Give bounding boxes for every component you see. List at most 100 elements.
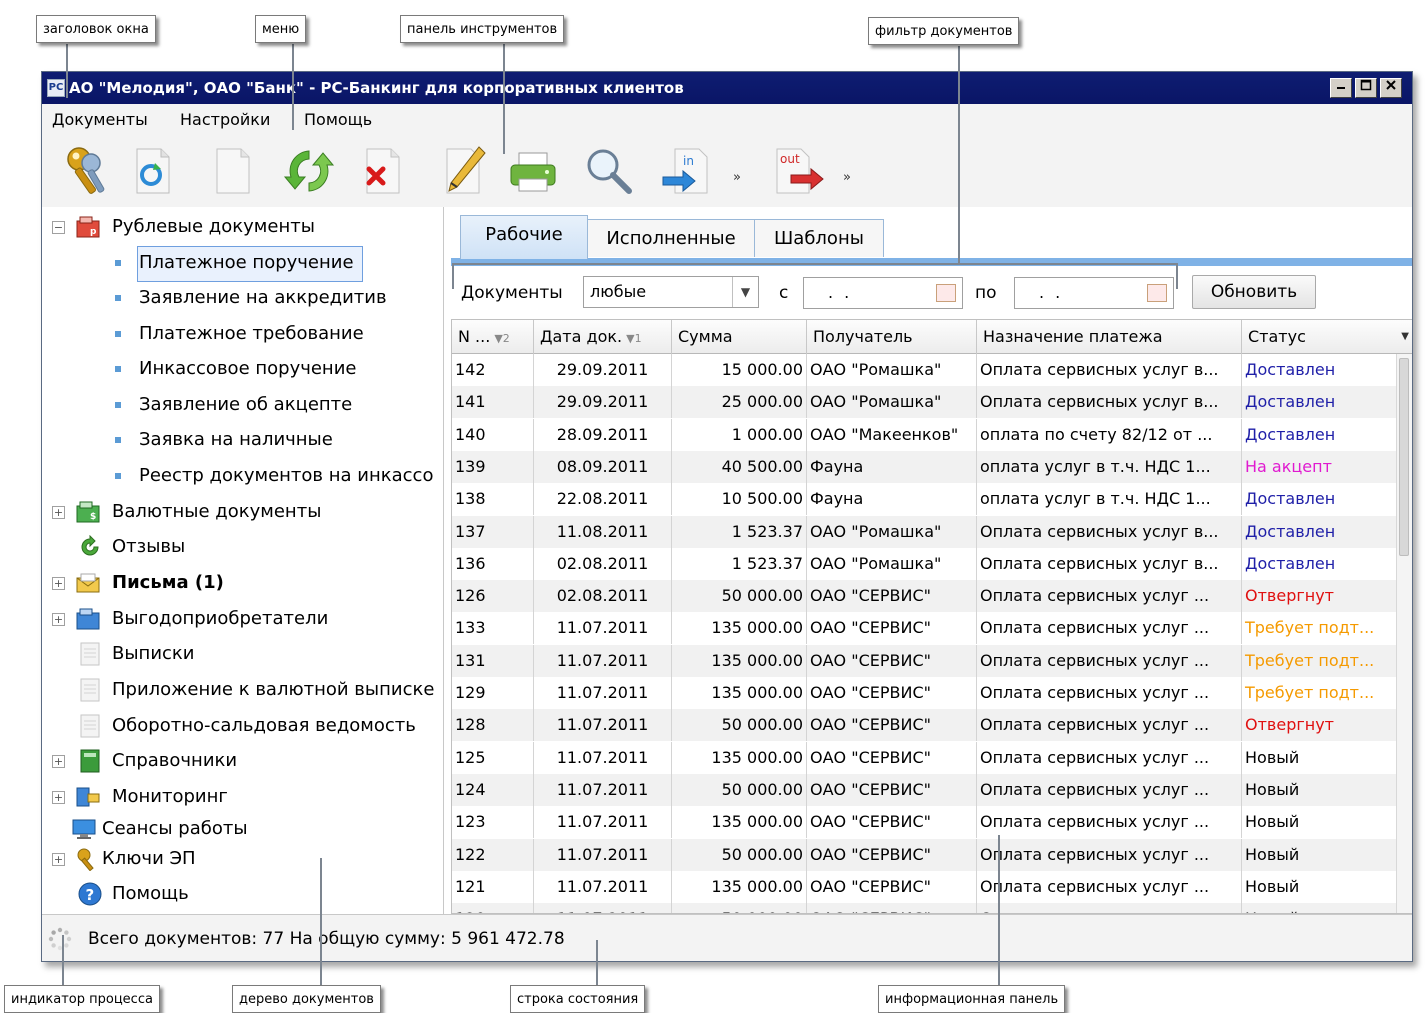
table-row[interactable]: 123 11.07.2011 135 000.00 ОАО "СЕРВИС" Оплат… [452,806,1412,839]
tree-node-statements[interactable]: Выписки [42,639,443,669]
tree-label-monitoring: Мониторинг [112,786,228,807]
import-button[interactable]: in [658,142,716,200]
tree-label-letter-of-credit: Заявление на аккредитив [139,287,387,308]
tree-node-cash-request[interactable]: Заявка на наличные [42,425,443,455]
tree-node-help[interactable]: ? Помощь [42,879,443,909]
expand-toggle[interactable]: + [52,613,65,626]
table-row[interactable]: 122 11.07.2011 50 000.00 ОАО "СЕРВИС" Оплата… [452,838,1412,871]
sort-indicator-icon: ▼1 [626,332,642,345]
column-header-date[interactable]: Дата док. ▼1 [534,320,672,354]
expand-toggle[interactable]: + [52,577,65,590]
cell-date: 11.07.2011 [534,870,672,903]
calendar-icon[interactable] [936,284,956,302]
menu-settings[interactable]: Настройки [180,104,270,136]
folder-currency-icon: $ [76,501,100,523]
table-row[interactable]: 139 08.09.2011 40 500.00 Фауна оплата услуг … [452,450,1412,483]
table-row[interactable]: 142 29.09.2011 15 000.00 ОАО "Ромашка" Оплат… [452,354,1412,386]
chevron-down-icon[interactable]: ▼ [732,277,758,307]
tree-node-keys[interactable]: + Ключи ЭП [42,844,443,874]
cell-purpose: Оплата сервисных услуг ... [977,644,1242,677]
column-header-date-label: Дата док. [540,327,623,346]
scrollbar-thumb[interactable] [1399,358,1409,556]
tree-node-collection-order[interactable]: Инкассовое поручение [42,354,443,384]
tree-node-acceptance-statement[interactable]: Заявление об акцепте [42,390,443,420]
expand-toggle[interactable]: + [52,853,65,866]
table-row[interactable]: 141 29.09.2011 25 000.00 ОАО "Ромашка" Оплат… [452,386,1412,419]
tree-node-letter-of-credit[interactable]: Заявление на аккредитив [42,283,443,313]
tree-node-payment-request[interactable]: Платежное требование [42,319,443,349]
table-row[interactable]: 124 11.07.2011 50 000.00 ОАО "СЕРВИС" Оплата… [452,773,1412,806]
vertical-scrollbar[interactable] [1396,354,1412,913]
tree-node-turnover-sheet[interactable]: Оборотно-сальдовая ведомость [42,711,443,741]
export-button[interactable]: out [770,142,828,200]
table-row[interactable]: 129 11.07.2011 135 000.00 ОАО "СЕРВИС" Оплат… [452,677,1412,709]
tree-node-currency-statement-appendix[interactable]: Приложение к валютной выписке [42,675,443,705]
date-from-field[interactable]: . . [803,277,963,309]
table-row[interactable]: 136 02.08.2011 1 523.37 ОАО "Ромашка" Оплата… [452,547,1412,580]
column-header-status[interactable]: Статус ▼ [1242,320,1412,354]
date-to-field[interactable]: . . [1014,277,1174,309]
maximize-button[interactable] [1355,78,1377,98]
tree-node-currency-docs[interactable]: + $ Валютные документы [42,497,443,527]
collapse-toggle[interactable]: − [52,221,65,234]
tree-node-collection-register[interactable]: Реестр документов на инкассо [42,461,443,491]
table-row[interactable]: 121 11.07.2011 135 000.00 ОАО "СЕРВИС" Оплат… [452,870,1412,903]
cell-amount: 1 523.37 [672,515,807,548]
tab-executed[interactable]: Исполненные [587,219,755,257]
annotation-toolbar: панель инструментов [400,15,565,43]
table-row[interactable]: 131 11.07.2011 135 000.00 ОАО "СЕРВИС" Оплат… [452,644,1412,677]
window-titlebar[interactable]: РС АО "Мелодия", ОАО "Банк" - РС-Банкинг… [42,72,1412,104]
tree-node-responses[interactable]: Отзывы [42,532,443,562]
cell-amount: 135 000.00 [672,612,807,645]
table-row[interactable]: 137 11.08.2011 1 523.37 ОАО "Ромашка" Оплата… [452,515,1412,548]
keys-button[interactable] [60,142,118,200]
cell-number: 128 [452,709,534,742]
table-row[interactable]: 140 28.09.2011 1 000.00 ОАО "Макеенков" опла… [452,418,1412,451]
table-row[interactable]: 125 11.07.2011 135 000.00 ОАО "СЕРВИС" Оплат… [452,741,1412,774]
tree-node-monitoring[interactable]: + Мониторинг [42,782,443,812]
import-dropdown-chevron[interactable]: » [730,170,744,186]
tree-node-sessions[interactable]: Сеансы работы [42,814,443,844]
refresh-button[interactable]: Обновить [1192,275,1316,309]
column-header-purpose[interactable]: Назначение платежа [977,320,1242,354]
print-button[interactable] [504,142,562,200]
expand-toggle[interactable]: + [52,791,65,804]
tree-node-payment-order[interactable]: Платежное поручение [42,248,443,278]
tab-working[interactable]: Рабочие [460,215,588,259]
close-button[interactable] [1380,78,1402,98]
edit-button[interactable] [434,142,492,200]
table-row[interactable]: 12011.07.201150 000.00ОАО "СЕРВИС"Оплата… [452,903,1412,913]
cell-purpose: Оплата сервисных услуг ... [977,709,1242,742]
new-document-button[interactable] [204,142,262,200]
export-dropdown-chevron[interactable]: » [840,170,854,186]
table-row[interactable]: 133 11.07.2011 135 000.00 ОАО "СЕРВИС" Оплат… [452,612,1412,645]
minimize-button[interactable] [1330,78,1352,98]
table-row[interactable]: 138 22.08.2011 10 500.00 Фауна оплата услуг … [452,483,1412,516]
expand-toggle[interactable]: + [52,755,65,768]
column-header-amount[interactable]: Сумма [672,320,807,354]
sync-icon [283,150,335,192]
expand-toggle[interactable]: + [52,506,65,519]
calendar-icon[interactable] [1147,284,1167,302]
cell-purpose: оплата услуг в т.ч. НДС 1... [977,450,1242,483]
cell-number: 140 [452,418,534,451]
tree-node-beneficiaries[interactable]: + Выгодоприобретатели [42,604,443,634]
column-header-recipient[interactable]: Получатель [807,320,977,354]
search-button[interactable] [580,142,638,200]
refresh-document-button[interactable] [124,142,182,200]
menu-documents[interactable]: Документы [52,104,148,136]
sync-button[interactable] [280,142,338,200]
tree-node-references[interactable]: + Справочники [42,746,443,776]
cell-purpose: Оплата сервисных услуг ... [977,612,1242,645]
cell-date: 29.09.2011 [534,354,672,386]
tree-node-rub-docs[interactable]: − р Рублевые документы [42,212,443,242]
tab-templates[interactable]: Шаблоны [754,219,884,257]
table-row[interactable]: 126 02.08.2011 50 000.00 ОАО "СЕРВИС" Оплата… [452,580,1412,613]
column-header-number[interactable]: N ... ▼2 [452,320,534,354]
documents-type-select[interactable]: любые ▼ [583,276,759,308]
delete-button[interactable] [354,142,412,200]
table-row[interactable]: 128 11.07.2011 50 000.00 ОАО "СЕРВИС" Оплата… [452,709,1412,742]
menu-help[interactable]: Помощь [304,104,372,136]
tree-node-letters[interactable]: + Письма (1) [42,568,443,598]
column-menu-chevron-icon[interactable]: ▼ [1401,320,1409,354]
